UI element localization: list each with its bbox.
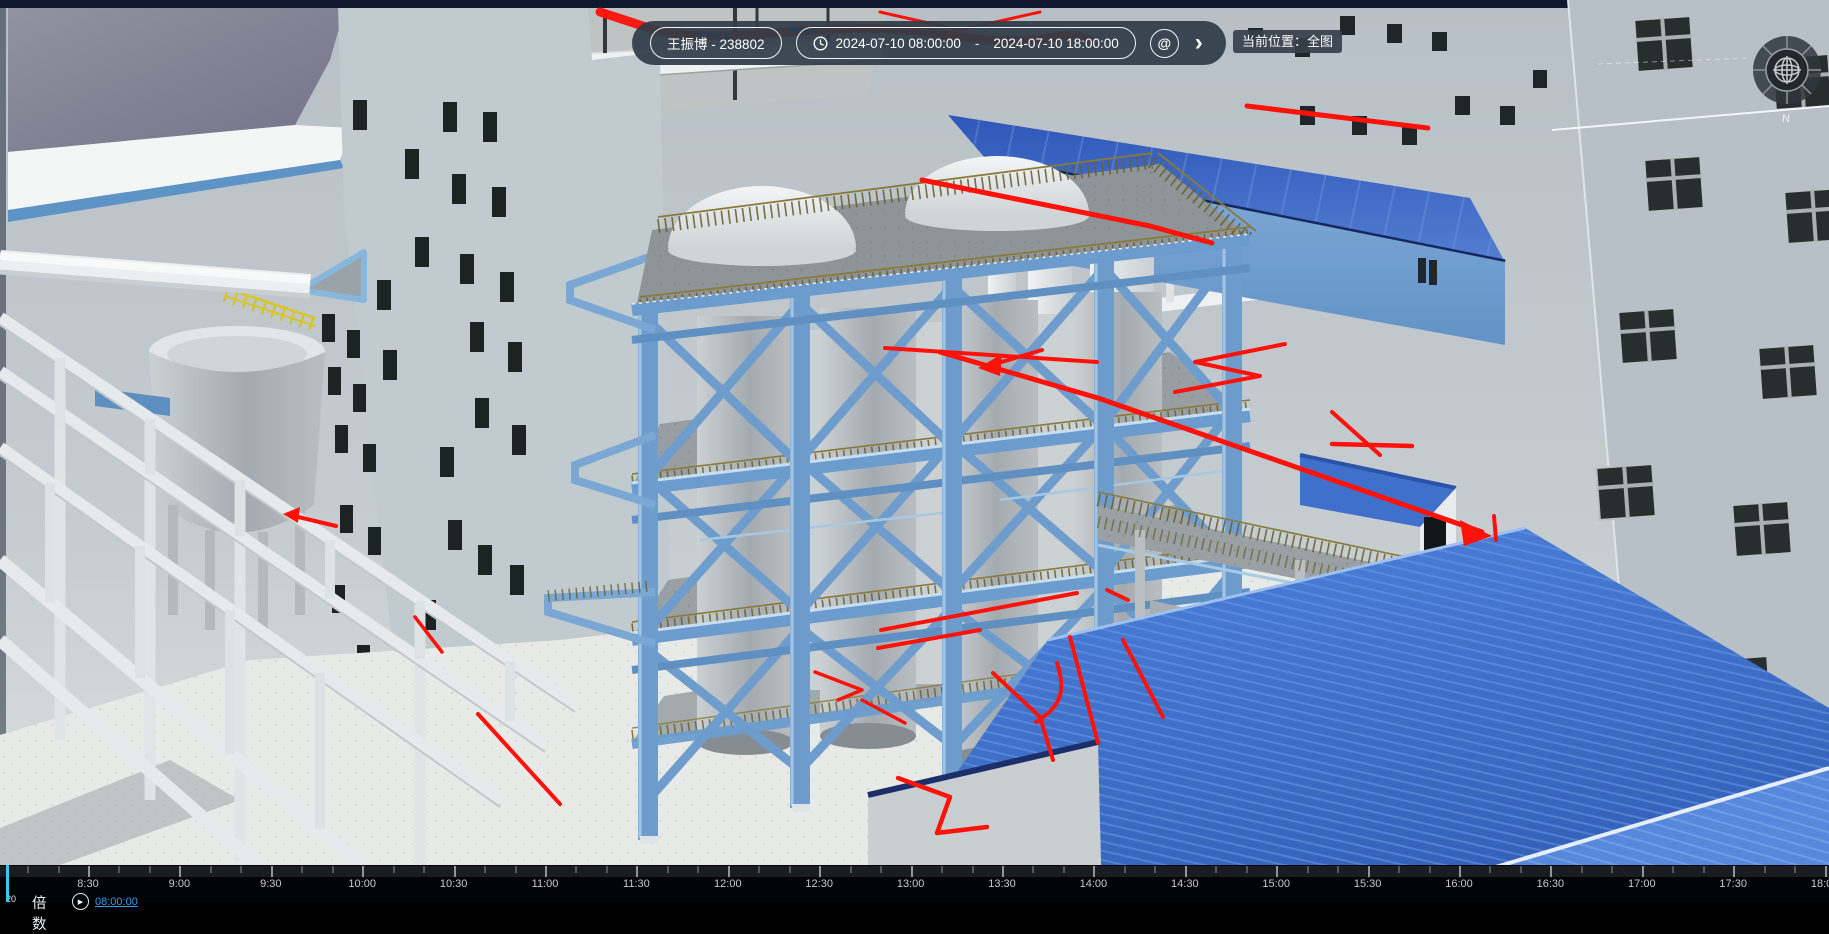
timeline-tick-label: 17:30	[1719, 878, 1747, 890]
playback-speed-label: 倍数	[32, 892, 47, 934]
locate-icon: @	[1157, 35, 1171, 51]
expand-panel-button[interactable]: ›	[1193, 33, 1205, 53]
person-filter-chip[interactable]: 王振博 - 238802	[650, 27, 782, 59]
timeline-minor-tick	[1703, 866, 1705, 873]
timeline-minor-tick	[149, 866, 151, 873]
timeline-tick-label: 13:00	[897, 878, 925, 890]
timeline-minor-tick	[118, 866, 120, 873]
timeline-tick-label: 12:00	[714, 878, 742, 890]
timeline-playhead[interactable]	[6, 865, 9, 902]
time-range-separator: -	[969, 36, 986, 51]
timeline-tick-label: 13:30	[988, 878, 1016, 890]
timeline-minor-tick	[972, 866, 974, 873]
timeline-minor-tick	[27, 866, 29, 873]
timeline-minor-tick	[1215, 866, 1217, 873]
timeline-tick-label: 12:30	[805, 878, 833, 890]
timeline-minor-tick	[1032, 866, 1034, 873]
chevron-right-icon: ›	[1195, 33, 1203, 53]
timeline-minor-tick	[606, 866, 608, 873]
timeline-minor-tick	[1520, 866, 1522, 873]
timeline-tick-label: 11:30	[623, 878, 650, 890]
timeline-minor-tick	[1672, 866, 1674, 873]
timeline-minor-tick	[789, 866, 791, 873]
person-chip-label: 王振博 - 238802	[667, 33, 765, 53]
timeline-minor-tick	[697, 866, 699, 873]
timeline-minor-tick	[1429, 866, 1431, 873]
time-range-end: 2024-07-10 18:00:00	[993, 36, 1118, 51]
timeline-tick-label: 15:00	[1262, 878, 1290, 890]
timeline-minor-tick	[758, 866, 760, 873]
current-location-badge: 当前位置：全图	[1233, 30, 1342, 53]
timeline-minor-tick	[1581, 866, 1583, 873]
time-range-start: 2024-07-10 08:00:00	[836, 36, 961, 51]
timeline-minor-tick	[515, 866, 517, 873]
top-toolbar: 王振博 - 238802 2024-07-10 08:00:00 - 2024-…	[632, 21, 1226, 65]
timeline-tick-label: 11:00	[532, 878, 559, 890]
timeline-tick-label: 17:00	[1628, 878, 1656, 890]
timeline-minor-tick	[667, 866, 669, 873]
timeline-tick-label: 9:30	[260, 878, 281, 890]
timeline-tick-label: 10:00	[348, 878, 376, 890]
timeline-tick-label: 18:00	[1811, 878, 1829, 890]
timeline-minor-tick	[850, 866, 852, 873]
timeline-minor-tick	[393, 866, 395, 873]
timeline-tick-label: 8:30	[77, 878, 98, 890]
timeline-minor-tick	[1124, 866, 1126, 873]
timeline-minor-tick	[423, 866, 425, 873]
timeline-minor-tick	[880, 866, 882, 873]
timeline-minor-tick	[1611, 866, 1613, 873]
timeline-minor-tick	[575, 866, 577, 873]
timeline-minor-tick	[484, 866, 486, 873]
timeline-tick-label: 16:00	[1445, 878, 1473, 890]
timeline-tick-label: 16:30	[1537, 878, 1565, 890]
timeline-minor-tick	[301, 866, 303, 873]
timeline-minor-tick	[1337, 866, 1339, 873]
time-range-picker[interactable]: 2024-07-10 08:00:00 - 2024-07-10 18:00:0…	[796, 27, 1136, 59]
timeline-label-band: 8:30 9:00 9:30 10:00 10:30 11:00 11:30 12:00 12:…	[0, 877, 1829, 902]
timeline-minor-tick	[1794, 866, 1796, 873]
current-location-label: 当前位置：全图	[1242, 34, 1333, 49]
timeline-tick-label: 9:00	[169, 878, 190, 890]
3d-scene-viewport[interactable]: N	[0, 0, 1829, 902]
timeline-minor-tick	[210, 866, 212, 873]
timeline-minor-tick	[332, 866, 334, 873]
timeline-tick-label: 14:00	[1080, 878, 1108, 890]
timeline-tick-label: 10:30	[440, 878, 468, 890]
timeline-minor-tick	[941, 866, 943, 873]
timeline-minor-tick	[1063, 866, 1065, 873]
compass-north-label: N	[1782, 113, 1790, 125]
timeline-minor-tick	[1398, 866, 1400, 873]
timeline-tick-label: 14:30	[1171, 878, 1199, 890]
timeline-minor-tick	[1489, 866, 1491, 873]
locate-target-button[interactable]: @	[1150, 29, 1179, 58]
playback-time-value: 08:00:00	[95, 896, 138, 908]
timeline-tick-label: 15:30	[1354, 878, 1382, 890]
timeline-minor-tick	[1246, 866, 1248, 873]
timeline-minor-tick	[1307, 866, 1309, 873]
timeline-minor-tick	[58, 866, 60, 873]
clock-icon	[813, 36, 828, 51]
timeline-minor-tick	[1154, 866, 1156, 873]
timeline-minor-tick	[1764, 866, 1766, 873]
timeline-minor-tick	[240, 866, 242, 873]
